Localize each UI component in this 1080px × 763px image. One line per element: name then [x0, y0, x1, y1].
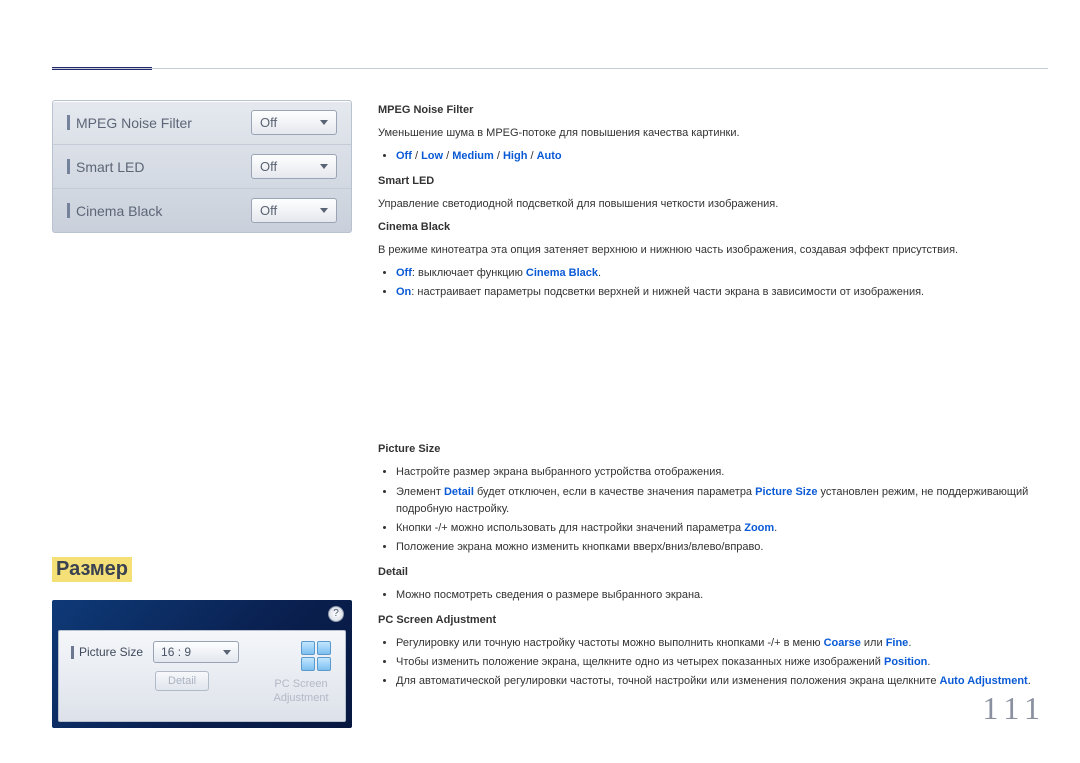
chevron-down-icon	[320, 164, 328, 169]
row-marker-icon	[71, 646, 74, 659]
chevron-down-icon	[320, 120, 328, 125]
osd-row-label-text: Cinema Black	[76, 203, 162, 219]
pcadj-b1: Регулировку или точную настройку частоты…	[396, 635, 1048, 652]
header-rule	[52, 68, 1048, 69]
heading-mpeg-noise-filter: MPEG Noise Filter	[378, 102, 1048, 119]
cinema-black-desc: В режиме кинотеатра эта опция затеняет в…	[378, 242, 1048, 259]
picture-size-b2: Элемент Detail будет отключен, если в ка…	[396, 484, 1048, 518]
osd-row-label-text: Smart LED	[76, 159, 144, 175]
heading-cinema-black: Cinema Black	[378, 219, 1048, 236]
osd-select-value: Off	[260, 203, 277, 218]
pc-screen-line2: Adjustment	[273, 692, 328, 704]
osd-select-mpeg-noise-filter[interactable]: Off	[251, 110, 337, 135]
osd-select-value: Off	[260, 115, 277, 130]
section-title-size: Размер	[52, 557, 132, 582]
heading-smart-led: Smart LED	[378, 173, 1048, 190]
osd-select-value: 16 : 9	[161, 645, 191, 659]
row-marker-icon	[67, 203, 70, 218]
osd-label: MPEG Noise Filter	[67, 115, 192, 131]
osd-row-label-text: MPEG Noise Filter	[76, 115, 192, 131]
picture-size-b3: Кнопки -/+ можно использовать для настро…	[396, 520, 1048, 537]
heading-detail: Detail	[378, 564, 1048, 581]
mpeg-desc: Уменьшение шума в MPEG-потоке для повыше…	[378, 125, 1048, 142]
row-marker-icon	[67, 115, 70, 130]
pc-screen-line1: PC Screen	[274, 678, 327, 690]
smart-led-desc: Управление светодиодной подсветкой для п…	[378, 196, 1048, 213]
pcadj-b2: Чтобы изменить положение экрана, щелкнит…	[396, 654, 1048, 671]
osd-select-smart-led[interactable]: Off	[251, 154, 337, 179]
osd-select-value: Off	[260, 159, 277, 174]
picture-size-b4: Положение экрана можно изменить кнопками…	[396, 539, 1048, 556]
osd-panel-picture-size: ? Picture Size 16 : 9 Detail	[52, 600, 352, 728]
heading-pc-screen-adjustment: PC Screen Adjustment	[378, 612, 1048, 629]
osd-row-picture-size: Picture Size 16 : 9	[71, 641, 333, 663]
cinema-off-line: Off: выключает функцию Cinema Black.	[396, 265, 1048, 282]
detail-button[interactable]: Detail	[155, 671, 209, 691]
right-column: MPEG Noise Filter Уменьшение шума в MPEG…	[378, 100, 1048, 728]
page-number: 111	[982, 690, 1046, 727]
osd-select-cinema-black[interactable]: Off	[251, 198, 337, 223]
chevron-down-icon	[223, 650, 231, 655]
section2-text: Picture Size Настройте размер экрана выб…	[378, 441, 1048, 690]
section1-text: MPEG Noise Filter Уменьшение шума в MPEG…	[378, 102, 1048, 301]
osd-label: Picture Size	[71, 645, 143, 659]
heading-picture-size: Picture Size	[378, 441, 1048, 458]
picture-size-b1: Настройте размер экрана выбранного устро…	[396, 464, 1048, 481]
position-grid-icon[interactable]	[301, 641, 331, 671]
osd-label: Smart LED	[67, 159, 144, 175]
osd-select-picture-size[interactable]: 16 : 9	[153, 641, 239, 663]
osd2-inner: Picture Size 16 : 9 Detail PC Screen Adj…	[58, 630, 346, 722]
row-marker-icon	[67, 159, 70, 174]
help-icon[interactable]: ?	[328, 606, 344, 622]
osd-panel-noise-filter: MPEG Noise Filter Off Smart LED Off	[52, 100, 352, 233]
mpeg-options-line: Off / Low / Medium / High / Auto	[396, 148, 1048, 165]
osd-row-mpeg-noise-filter: MPEG Noise Filter Off	[53, 101, 351, 144]
osd-row-label-text: Picture Size	[79, 645, 143, 659]
pc-screen-adjustment-label: PC Screen Adjustment	[271, 677, 331, 706]
detail-b1: Можно посмотреть сведения о размере выбр…	[396, 587, 1048, 604]
left-column: MPEG Noise Filter Off Smart LED Off	[52, 100, 352, 728]
chevron-down-icon	[320, 208, 328, 213]
osd-row-cinema-black: Cinema Black Off	[53, 188, 351, 232]
pcadj-b3: Для автоматической регулировки частоты, …	[396, 673, 1048, 690]
osd-label: Cinema Black	[67, 203, 162, 219]
cinema-on-line: On: настраивает параметры подсветки верх…	[396, 284, 1048, 301]
osd-row-smart-led: Smart LED Off	[53, 144, 351, 188]
